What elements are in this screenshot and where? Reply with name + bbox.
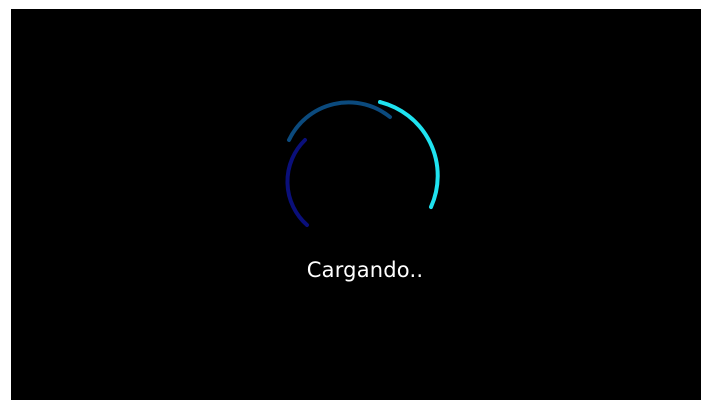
loading-label: Cargando.. [306,258,424,282]
loading-screen [11,9,701,400]
loading-spinner [285,100,440,227]
spinner-arc-inner [285,138,309,227]
spinner-arc-middle [287,100,392,142]
window-frame: Cargando.. [0,0,701,400]
